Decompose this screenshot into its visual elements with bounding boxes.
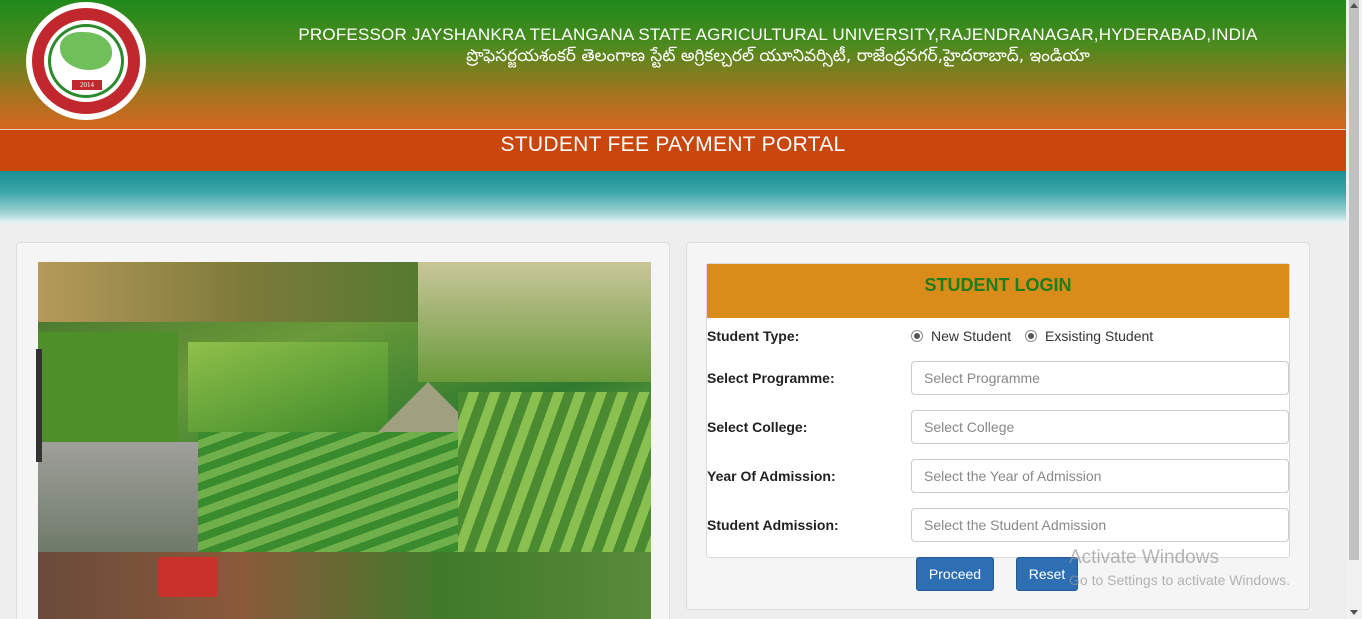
programme-label: Select Programme: [707, 370, 835, 386]
portal-title: STUDENT FEE PAYMENT PORTAL [500, 133, 846, 156]
new-student-label[interactable]: New Student [931, 328, 1011, 344]
proceed-button[interactable]: Proceed [916, 557, 994, 591]
existing-student-radio[interactable] [1025, 330, 1037, 342]
college-label: Select College: [707, 419, 808, 435]
activate-windows-subtitle: Go to Settings to activate Windows. [1069, 572, 1290, 588]
university-logo: 2014 [26, 2, 146, 120]
farm-landscape-image [38, 262, 651, 619]
scrollbar-thumb[interactable] [1349, 0, 1359, 560]
university-name-telugu: ప్రొఫెసర్జయశంకర్ తెలంగాణ స్టేట్ అగ్రికల్… [466, 46, 1090, 66]
new-student-radio[interactable] [911, 330, 923, 342]
programme-select[interactable]: Select Programme [911, 361, 1289, 395]
year-of-admission-label: Year Of Admission: [707, 468, 836, 484]
year-of-admission-select[interactable]: Select the Year of Admission [911, 459, 1289, 493]
login-title: STUDENT LOGIN [924, 275, 1072, 295]
student-admission-label: Student Admission: [707, 517, 839, 533]
activate-windows-title: Activate Windows [1069, 547, 1219, 568]
scroll-down-arrow-icon[interactable] [1350, 610, 1358, 615]
scroll-up-arrow-icon[interactable] [1350, 3, 1358, 8]
existing-student-label[interactable]: Exsisting Student [1045, 328, 1153, 344]
student-admission-field[interactable]: Select the Student Admission [911, 508, 1289, 542]
student-type-label: Student Type: [707, 328, 800, 344]
carousel-indicator[interactable] [36, 349, 42, 462]
logo-year: 2014 [72, 80, 102, 90]
decorative-band [0, 171, 1346, 223]
university-name-english: PROFESSOR JAYSHANKRA TELANGANA STATE AGR… [298, 25, 1258, 44]
college-select[interactable]: Select College [911, 410, 1289, 444]
